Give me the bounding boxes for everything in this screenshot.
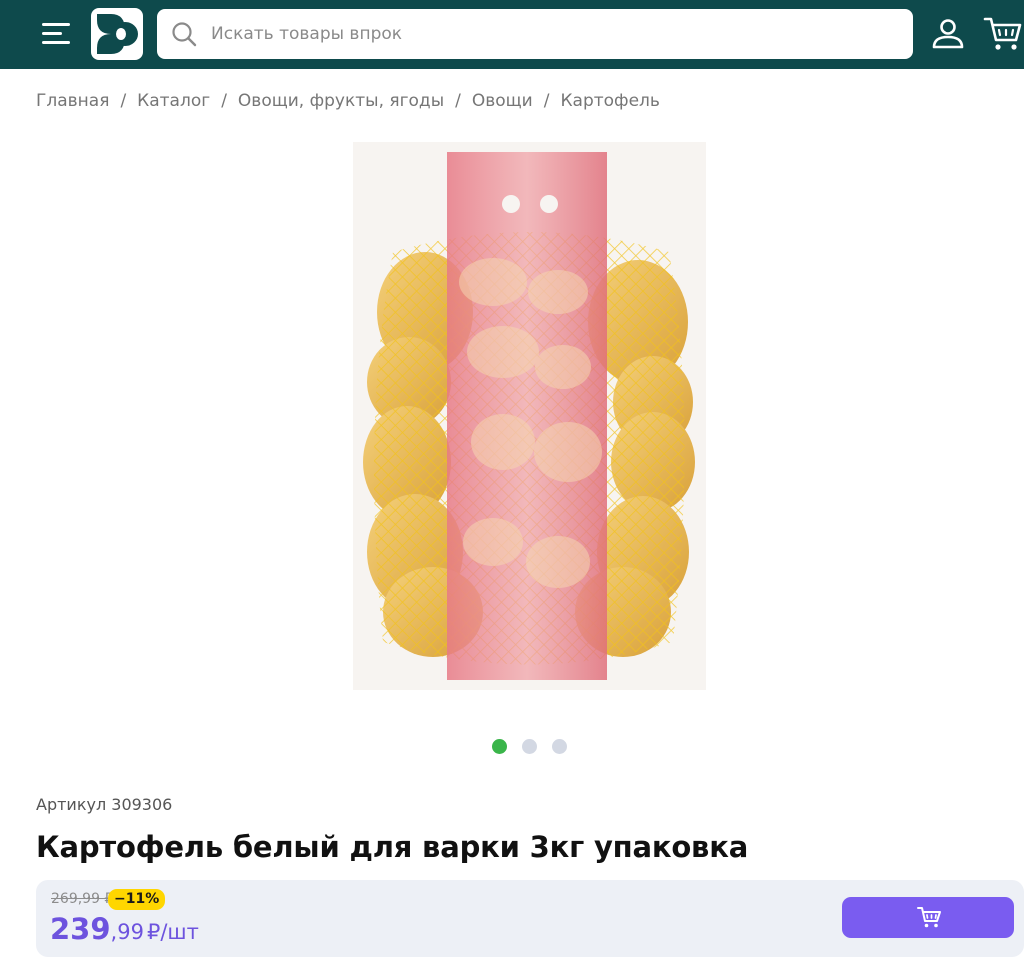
logo-mark (97, 14, 138, 54)
price-unit: ₽/шт (146, 920, 199, 944)
product-sku: Артикул 309306 (36, 795, 173, 814)
image-gallery-dots (492, 739, 567, 754)
add-to-cart-button[interactable] (842, 897, 1014, 938)
cart-icon (917, 907, 941, 928)
store-logo-icon[interactable] (91, 8, 143, 60)
breadcrumb: Главная / Каталог / Овощи, фрукты, ягоды… (36, 89, 660, 113)
discount-badge: −11% (108, 889, 166, 910)
gallery-dot-3[interactable] (552, 739, 567, 754)
breadcrumb-separator: / (221, 91, 227, 111)
breadcrumb-vegetables-fruits-berries[interactable]: Овощи, фрукты, ягоды (238, 91, 444, 111)
breadcrumb-catalog[interactable]: Каталог (137, 91, 210, 111)
top-header (0, 0, 1024, 69)
cart-icon-glyph (983, 17, 1022, 50)
breadcrumb-potato[interactable]: Картофель (560, 91, 659, 111)
gallery-dot-2[interactable] (522, 739, 537, 754)
cart-icon[interactable] (982, 14, 1024, 54)
menu-line (42, 41, 70, 44)
price-integer: 239 (50, 912, 111, 946)
current-price: 239,99 ₽/шт (50, 912, 199, 946)
breadcrumb-vegetables[interactable]: Овощи (472, 91, 533, 111)
user-icon[interactable] (930, 16, 966, 52)
menu-button[interactable] (38, 19, 78, 49)
product-image[interactable] (353, 142, 706, 690)
old-price: 269,99 ₽ (51, 891, 114, 907)
search-input[interactable] (211, 9, 901, 59)
breadcrumb-separator: / (455, 91, 461, 111)
breadcrumb-separator: / (120, 91, 127, 111)
search-icon[interactable] (171, 21, 197, 47)
search-bar (157, 9, 913, 59)
user-icon-glyph (932, 19, 964, 49)
product-title: Картофель белый для варки 3кг упаковка (36, 830, 749, 864)
price-panel: 269,99 ₽ −11% 239,99 ₽/шт (36, 880, 1024, 957)
price-fraction: ,99 (110, 920, 144, 944)
menu-line (42, 32, 62, 35)
breadcrumb-separator: / (543, 91, 550, 111)
breadcrumb-home[interactable]: Главная (36, 91, 109, 111)
product-photo-potato-bag (353, 142, 706, 690)
menu-line (42, 23, 70, 26)
gallery-dot-1[interactable] (492, 739, 507, 754)
